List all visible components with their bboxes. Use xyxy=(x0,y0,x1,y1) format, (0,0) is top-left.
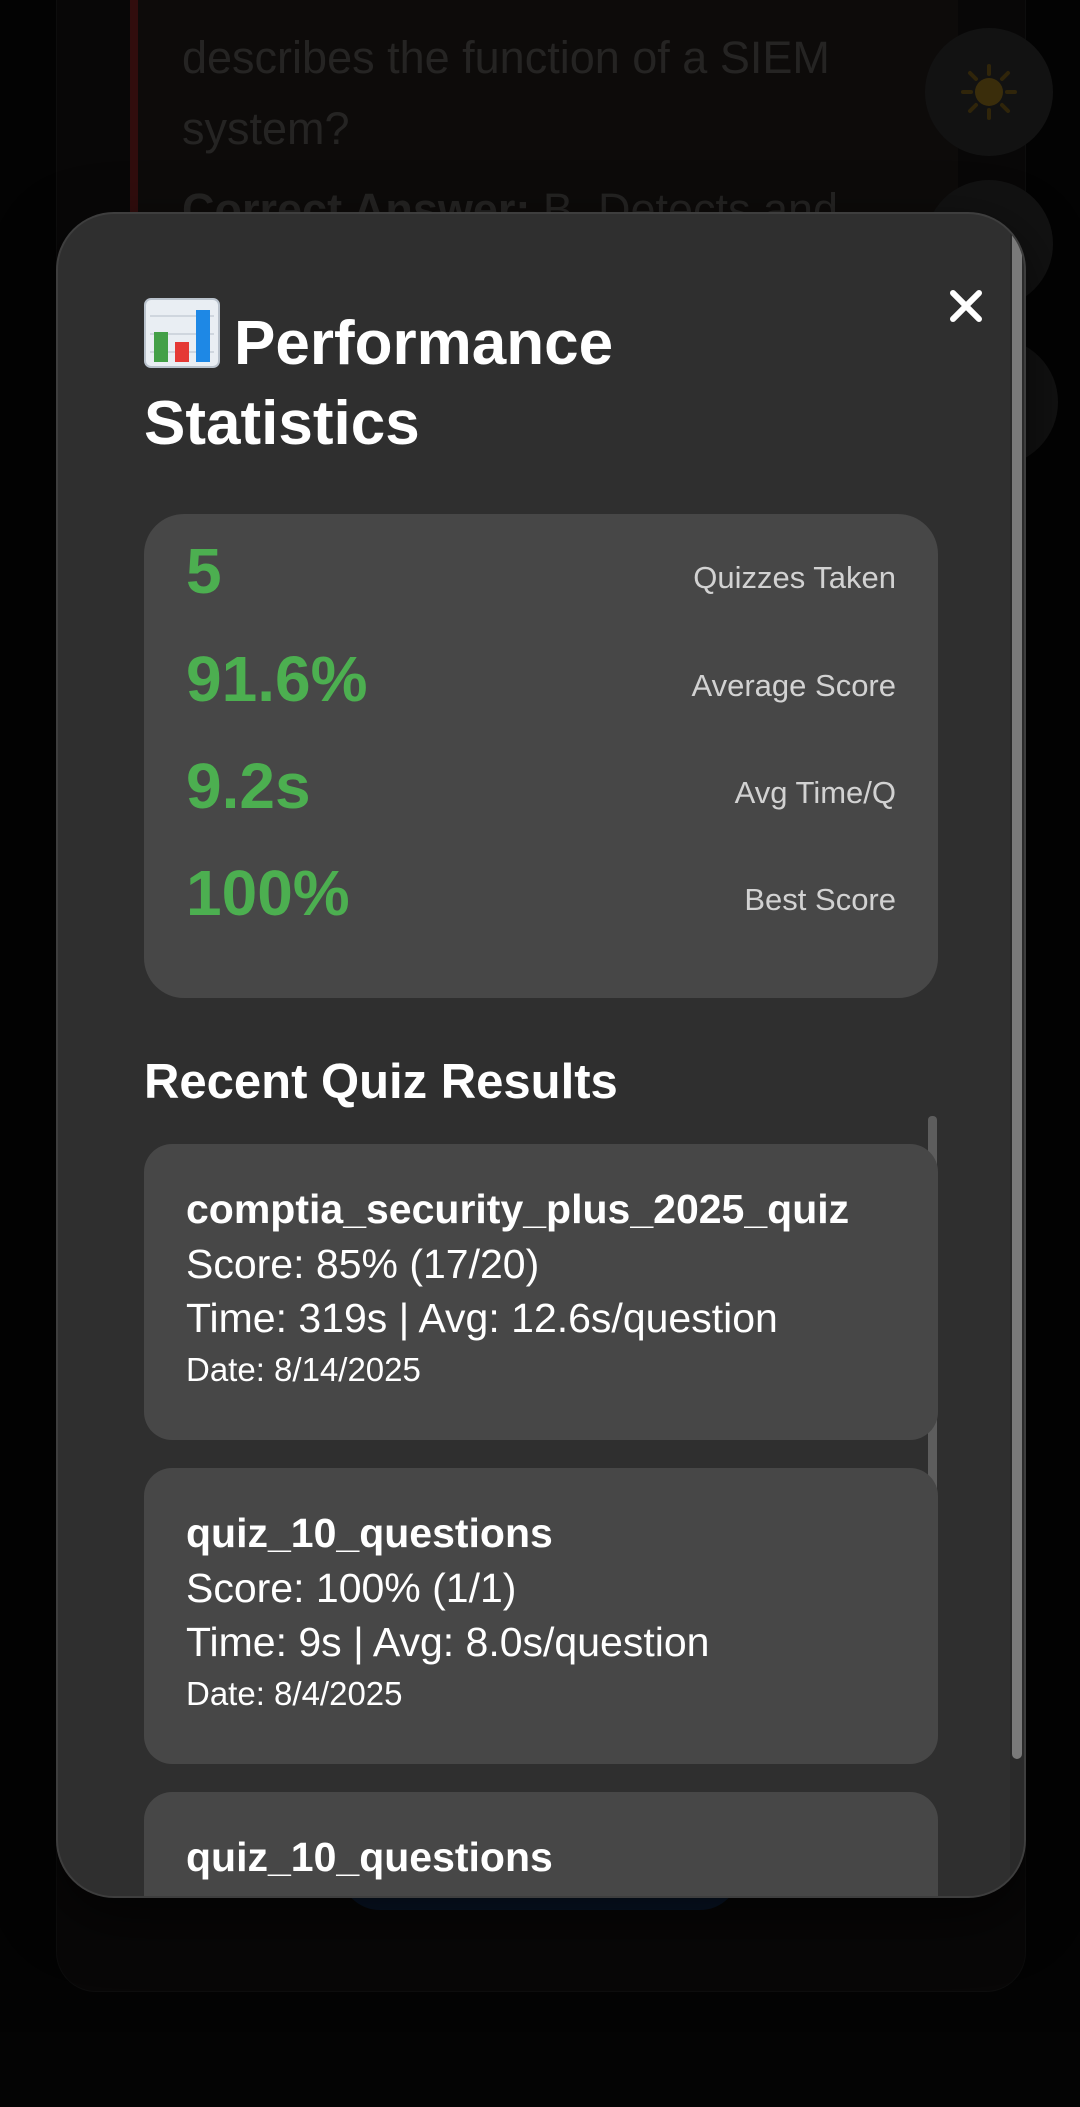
stat-value: 9.2s xyxy=(186,750,311,822)
stat-label: Best Score xyxy=(744,882,896,917)
stat-label: Avg Time/Q xyxy=(734,775,896,810)
result-quiz-name: quiz_10_questions xyxy=(186,1834,553,1880)
result-date: Date: 8/4/2025 xyxy=(186,1675,403,1712)
result-time: Time: 9s | Avg: 8.0s/question xyxy=(186,1619,710,1665)
stat-label: Quizzes Taken xyxy=(693,560,896,595)
app-screen: describes the function of a SIEM system?… xyxy=(0,0,1080,2107)
modal-scrollbar-thumb[interactable] xyxy=(1012,214,1022,1759)
stat-value: 91.6% xyxy=(186,643,368,715)
bar-chart-icon xyxy=(144,298,220,368)
recent-results-heading: Recent Quiz Results xyxy=(144,1055,618,1109)
result-score: Score: 100% (1/1) xyxy=(186,1565,517,1611)
result-card: quiz_10_questions Score: 100% (1/1) Time… xyxy=(144,1468,938,1764)
close-icon xyxy=(950,290,982,322)
stat-label: Average Score xyxy=(691,668,897,703)
recent-results-list[interactable]: comptia_security_plus_2025_quiz Score: 8… xyxy=(144,1116,944,1896)
stat-quizzes-taken: 5 Quizzes Taken xyxy=(186,536,896,616)
close-button[interactable] xyxy=(936,276,996,336)
result-date: Date: 8/14/2025 xyxy=(186,1351,421,1388)
result-quiz-name: quiz_10_questions xyxy=(186,1510,553,1556)
performance-stats-modal: Performance Statistics 5 Quizzes Taken 9… xyxy=(56,212,1026,1898)
stat-avg-time: 9.2s Avg Time/Q xyxy=(186,751,896,831)
stat-average-score: 91.6% Average Score xyxy=(186,644,896,724)
stat-value: 5 xyxy=(186,535,222,607)
result-time: Time: 319s | Avg: 12.6s/question xyxy=(186,1295,778,1341)
modal-scrollbar-track[interactable] xyxy=(1010,214,1024,1896)
result-score: Score: 85% (17/20) xyxy=(186,1241,540,1287)
stat-value: 100% xyxy=(186,857,350,929)
result-quiz-name: comptia_security_plus_2025_quiz xyxy=(186,1186,850,1232)
result-card: quiz_10_questions xyxy=(144,1792,938,1896)
stat-best-score: 100% Best Score xyxy=(186,858,896,938)
result-card: comptia_security_plus_2025_quiz Score: 8… xyxy=(144,1144,938,1440)
modal-title: Performance Statistics xyxy=(144,298,764,464)
stats-summary: 5 Quizzes Taken 91.6% Average Score 9.2s… xyxy=(144,514,938,998)
